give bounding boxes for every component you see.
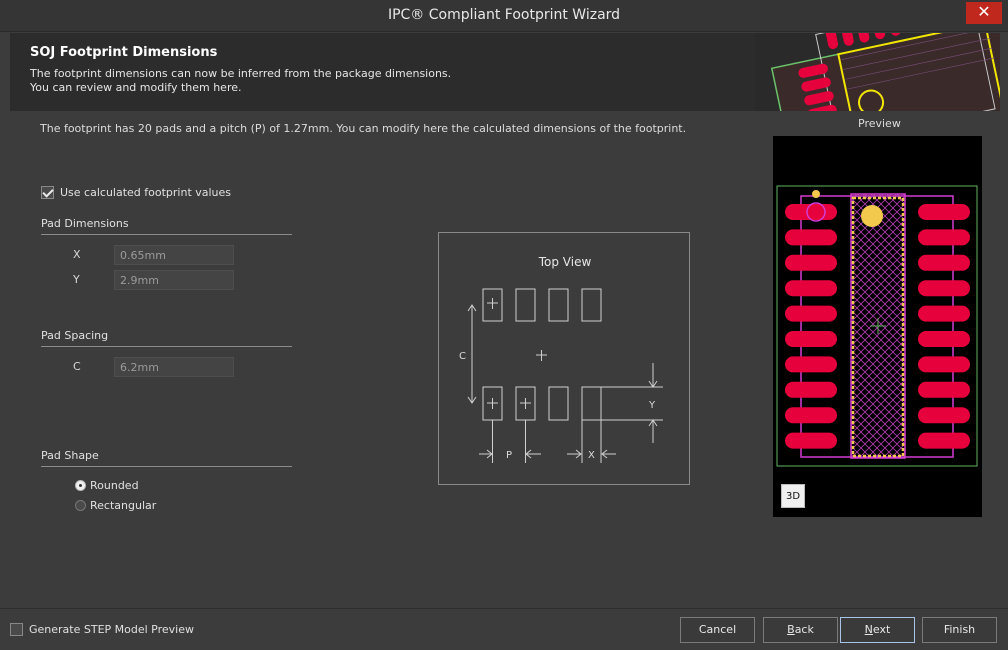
use-calculated-label: Use calculated footprint values xyxy=(60,186,232,199)
pad-shape-rectangular-option[interactable]: Rectangular xyxy=(75,499,156,512)
pad-left-8 xyxy=(785,381,837,398)
preview-label: Preview xyxy=(858,117,901,130)
pad-left-2 xyxy=(785,229,837,246)
pad-right-2 xyxy=(918,229,970,246)
dimension-x-label: X xyxy=(588,450,595,461)
wizard-header: SOJ Footprint Dimensions The footprint d… xyxy=(10,33,1000,111)
rectangular-radio[interactable] xyxy=(75,500,86,511)
dimension-c-label: C xyxy=(459,351,466,362)
pin1-body-indicator xyxy=(861,205,883,227)
top-view-diagram: Top View C Y P X xyxy=(438,232,690,485)
pad-left-1 xyxy=(785,204,837,220)
dimension-y-label: Y xyxy=(648,400,656,411)
pad-left-7 xyxy=(785,356,837,373)
top-view-drawing: Top View C Y P X xyxy=(459,255,663,463)
pad-left-4 xyxy=(785,280,837,297)
pad-x-label: X xyxy=(73,248,81,261)
pad-right-9 xyxy=(918,407,970,424)
use-calculated-checkbox[interactable] xyxy=(41,186,54,199)
generate-step-checkbox-row[interactable]: Generate STEP Model Preview xyxy=(10,623,194,636)
pad-left-6 xyxy=(785,331,837,347)
pad-shape-heading: Pad Shape xyxy=(41,449,292,467)
pad-left-9 xyxy=(785,407,837,424)
pad-right-4 xyxy=(918,280,970,297)
pad-right-6 xyxy=(918,331,970,347)
page-title: SOJ Footprint Dimensions xyxy=(30,45,218,60)
3d-view-button[interactable]: 3D xyxy=(781,484,805,508)
pad-y-input[interactable]: 2.9mm xyxy=(114,270,234,290)
pad-spacing-heading: Pad Spacing xyxy=(41,329,292,347)
pad-y-label: Y xyxy=(73,273,80,286)
pad-left-10 xyxy=(785,432,837,449)
window-title: IPC® Compliant Footprint Wizard xyxy=(387,7,621,23)
pad-right-3 xyxy=(918,254,970,271)
rounded-radio[interactable] xyxy=(75,480,86,491)
back-button[interactable]: Back xyxy=(763,617,838,643)
generate-step-label: Generate STEP Model Preview xyxy=(29,623,194,636)
use-calculated-checkbox-row[interactable]: Use calculated footprint values xyxy=(41,186,231,199)
pad-right-8 xyxy=(918,381,970,398)
title-bar: IPC® Compliant Footprint Wizard ✕ xyxy=(0,0,1008,32)
pad-shape-rounded-option[interactable]: Rounded xyxy=(75,479,139,492)
pad-left-3 xyxy=(785,254,837,271)
top-view-title: Top View xyxy=(538,255,592,269)
rectangular-label: Rectangular xyxy=(90,499,157,512)
page-description: The footprint dimensions can now be infe… xyxy=(30,67,451,95)
footprint-thumbnail-image: 1 10 xyxy=(755,33,1000,111)
description-line-1: The footprint dimensions can now be infe… xyxy=(30,67,452,80)
pin1-dot xyxy=(812,190,820,198)
footprint-info-text: The footprint has 20 pads and a pitch (P… xyxy=(40,122,687,135)
next-button[interactable]: Next xyxy=(840,617,915,643)
pad-right-10 xyxy=(918,432,970,449)
dimension-p-label: P xyxy=(506,450,512,461)
pad-c-label: C xyxy=(73,360,81,373)
pad-right-1 xyxy=(918,204,970,220)
pad-right-5 xyxy=(918,305,970,322)
finish-button[interactable]: Finish xyxy=(922,617,997,643)
pad-left-5 xyxy=(785,305,837,322)
pad-c-input[interactable]: 6.2mm xyxy=(114,357,234,377)
cancel-button[interactable]: Cancel xyxy=(680,617,755,643)
footer-divider xyxy=(0,608,1008,609)
pad-dimensions-heading: Pad Dimensions xyxy=(41,217,292,235)
pad-x-input[interactable]: 0.65mm xyxy=(114,245,234,265)
close-button[interactable]: ✕ xyxy=(966,2,1002,24)
description-line-2: You can review and modify them here. xyxy=(30,81,242,94)
rounded-label: Rounded xyxy=(90,479,139,492)
footprint-preview-canvas xyxy=(776,185,978,467)
generate-step-checkbox[interactable] xyxy=(10,623,23,636)
pad-right-7 xyxy=(918,356,970,373)
footprint-preview[interactable] xyxy=(773,136,982,517)
